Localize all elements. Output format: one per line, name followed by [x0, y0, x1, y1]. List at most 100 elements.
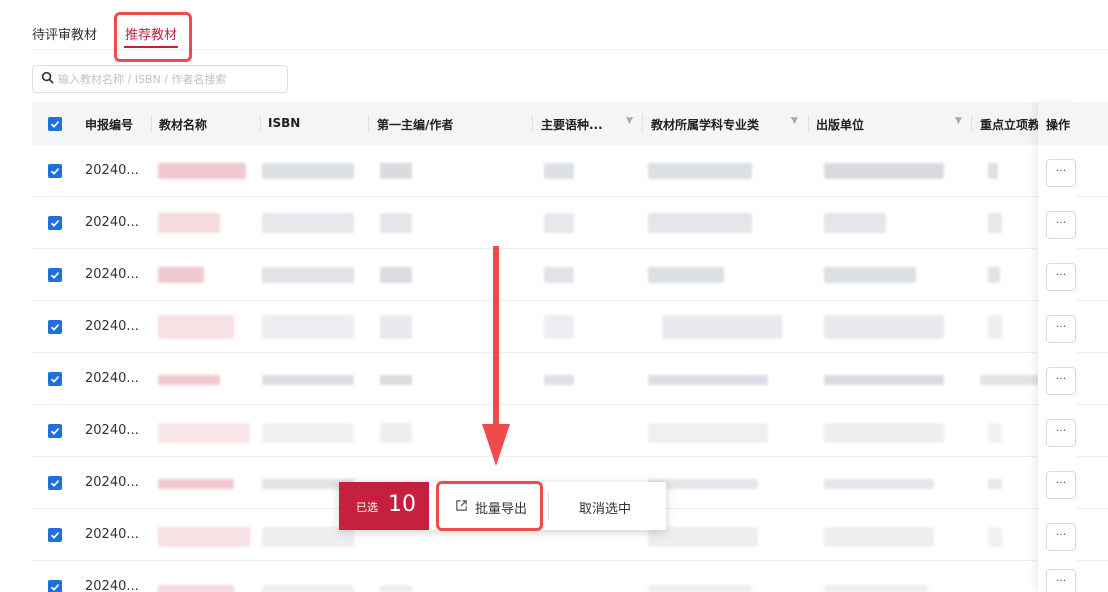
blurred-isbn — [262, 315, 354, 339]
blurred-key-project — [988, 315, 1002, 339]
column-header-publisher[interactable]: 出版单位 — [816, 116, 864, 133]
blurred-author — [380, 213, 412, 233]
table-header: 申报编号 教材名称 ISBN 第一主编/作者 主要语种... ▼ 教材所属学科专… — [32, 102, 1108, 145]
blurred-language — [544, 213, 574, 233]
check-icon — [50, 480, 60, 487]
blurred-key-project — [988, 163, 998, 179]
column-separator — [642, 114, 643, 133]
blurred-isbn — [262, 267, 354, 283]
column-separator — [971, 114, 972, 133]
column-header-discipline[interactable]: 教材所属学科专业类 — [651, 116, 759, 133]
blurred-author — [380, 315, 412, 339]
column-header-id[interactable]: 申报编号 — [85, 116, 133, 133]
select-all-checkbox[interactable] — [48, 117, 62, 131]
blurred-discipline — [648, 423, 768, 443]
blurred-discipline — [648, 267, 724, 283]
more-actions-button[interactable]: ··· — [1046, 471, 1076, 499]
row-checkbox[interactable] — [48, 268, 62, 282]
blurred-author — [380, 375, 412, 385]
row-id: 20240... — [85, 267, 139, 282]
row-id: 20240... — [85, 527, 139, 542]
column-header-isbn[interactable]: ISBN — [268, 116, 300, 130]
blurred-key-project — [988, 267, 1000, 283]
column-header-actions: 操作 — [1038, 102, 1076, 145]
blurred-key-project — [988, 527, 1002, 547]
row-checkbox[interactable] — [48, 164, 62, 178]
column-header-author[interactable]: 第一主编/作者 — [377, 116, 453, 133]
blurred-publisher — [824, 585, 928, 592]
row-checkbox[interactable] — [48, 372, 62, 386]
blurred-publisher — [824, 375, 944, 385]
selected-count: 10 — [388, 492, 416, 517]
annotation-arrow — [482, 246, 510, 466]
check-icon — [50, 220, 60, 227]
divider — [548, 492, 549, 520]
blurred-isbn — [262, 375, 354, 385]
table-row[interactable]: 20240... — [32, 353, 1108, 405]
tab-pending-review[interactable]: 待评审教材 — [32, 24, 97, 43]
search-box — [32, 65, 288, 93]
row-checkbox[interactable] — [48, 216, 62, 230]
blurred-publisher — [824, 163, 944, 179]
more-actions-button[interactable]: ··· — [1046, 159, 1076, 187]
blurred-language — [544, 267, 574, 283]
table-row[interactable]: 20240... — [32, 249, 1108, 301]
blurred-isbn — [262, 213, 354, 233]
search-icon — [41, 71, 54, 84]
more-actions-button[interactable]: ··· — [1046, 419, 1076, 447]
table-row[interactable]: 20240... — [32, 405, 1108, 457]
row-id: 20240... — [85, 371, 139, 386]
row-id: 20240... — [85, 475, 139, 490]
row-checkbox[interactable] — [48, 580, 62, 592]
blurred-key-project — [988, 479, 1002, 489]
row-checkbox[interactable] — [48, 528, 62, 542]
export-highlight-box — [436, 481, 543, 531]
check-icon — [50, 121, 60, 128]
more-actions-button[interactable]: ··· — [1046, 315, 1076, 343]
blurred-title — [158, 423, 250, 443]
blurred-isbn — [262, 585, 354, 592]
blurred-discipline — [648, 213, 752, 233]
more-actions-button[interactable]: ··· — [1046, 569, 1076, 592]
blurred-publisher — [824, 423, 944, 443]
check-icon — [50, 324, 60, 331]
blurred-title — [158, 375, 220, 385]
table-row[interactable]: 20240... — [32, 561, 1108, 592]
table-row[interactable]: 20240... — [32, 301, 1108, 353]
more-actions-button[interactable]: ··· — [1046, 367, 1076, 395]
deselect-button[interactable]: 取消选中 — [579, 498, 631, 517]
blurred-isbn — [262, 527, 354, 547]
row-id: 20240... — [85, 319, 139, 334]
blurred-key-project — [988, 423, 1002, 443]
selected-label: 已选 — [356, 501, 378, 514]
tab-highlight-box — [114, 12, 192, 62]
blurred-language — [544, 163, 574, 179]
row-id: 20240... — [85, 163, 139, 178]
blurred-publisher — [824, 315, 944, 339]
blurred-discipline — [648, 527, 758, 547]
blurred-author — [380, 585, 412, 592]
check-icon — [50, 584, 60, 591]
row-checkbox[interactable] — [48, 424, 62, 438]
check-icon — [50, 428, 60, 435]
blurred-language — [544, 315, 574, 339]
table-row[interactable]: 20240... — [32, 197, 1108, 249]
blurred-title — [158, 267, 204, 283]
row-checkbox[interactable] — [48, 476, 62, 490]
blurred-publisher — [824, 479, 934, 489]
blurred-discipline — [648, 375, 768, 385]
column-header-title[interactable]: 教材名称 — [159, 116, 207, 133]
check-icon — [50, 532, 60, 539]
more-actions-button[interactable]: ··· — [1046, 523, 1076, 551]
row-checkbox[interactable] — [48, 320, 62, 334]
table-row[interactable]: 20240... — [32, 145, 1108, 197]
column-separator — [151, 114, 152, 133]
blurred-author — [380, 423, 412, 443]
more-actions-button[interactable]: ··· — [1046, 211, 1076, 239]
search-input[interactable] — [58, 69, 284, 89]
column-header-language[interactable]: 主要语种... — [541, 116, 603, 133]
column-separator — [532, 114, 533, 133]
more-actions-button[interactable]: ··· — [1046, 263, 1076, 291]
check-icon — [50, 168, 60, 175]
blurred-title — [158, 527, 250, 547]
